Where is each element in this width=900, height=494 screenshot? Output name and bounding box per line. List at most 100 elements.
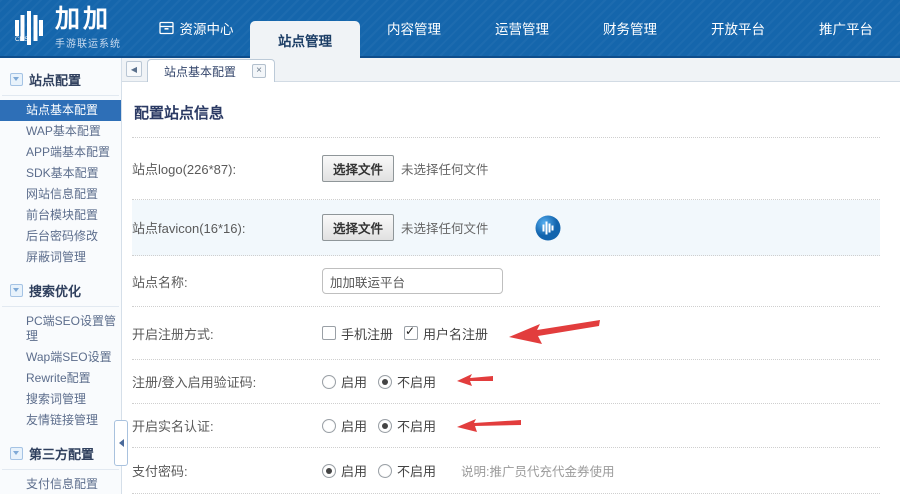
sidebar-item[interactable]: 友情链接管理 — [0, 410, 121, 431]
option-label: 用户名注册 — [423, 324, 488, 343]
option-label: 手机注册 — [341, 324, 393, 343]
logo: CMS 加加 手游联运系统 — [0, 0, 142, 56]
sidebar-item[interactable]: Wap端SEO设置 — [0, 347, 121, 368]
top-nav-label: 内容管理 — [387, 18, 441, 38]
sidebar-section-title: 站点配置 — [29, 70, 81, 89]
option-label: 启用 — [341, 372, 367, 391]
sidebar-item[interactable]: 后台密码修改 — [0, 226, 121, 247]
form-row: 站点logo(226*87):选择文件未选择任何文件 — [132, 137, 880, 200]
radio-icon[interactable] — [378, 375, 392, 389]
tab-site-basic-config[interactable]: 站点基本配置 × — [147, 59, 275, 82]
section-collapse-icon — [10, 447, 23, 460]
logo-title: 加加 — [55, 7, 121, 32]
top-nav-item-4[interactable]: 运营管理 — [468, 0, 576, 56]
favicon-preview — [535, 215, 561, 241]
top-nav-label: 资源中心 — [180, 18, 234, 38]
form-row: 注册/登入启用验证码:启用不启用 — [132, 360, 880, 404]
sidebar-item[interactable]: 支付信息配置 — [0, 474, 121, 494]
top-nav-label: 开放平台 — [711, 18, 765, 38]
top-nav-label: 站点管理 — [278, 30, 332, 50]
file-status-text: 未选择任何文件 — [401, 218, 489, 237]
logo-icon: CMS — [10, 8, 48, 48]
top-nav-label: 推广平台 — [819, 18, 873, 38]
top-nav-label: 运营管理 — [495, 18, 549, 38]
checkbox-icon[interactable] — [404, 326, 418, 340]
radio-option[interactable]: 启用 — [322, 416, 367, 435]
checkbox-icon[interactable] — [322, 326, 336, 340]
checkbox-option[interactable]: 用户名注册 — [404, 324, 488, 343]
radio-option[interactable]: 不启用 — [378, 372, 436, 391]
config-form: 站点logo(226*87):选择文件未选择任何文件站点favicon(16*1… — [132, 137, 880, 494]
field-controls: 启用 不启用 — [322, 372, 495, 391]
choose-file-button[interactable]: 选择文件 — [322, 155, 394, 182]
top-nav-item-3[interactable]: 内容管理 — [360, 0, 468, 56]
radio-option[interactable]: 启用 — [322, 461, 367, 480]
top-nav-item-2[interactable]: 站点管理 — [250, 21, 360, 58]
option-label: 不启用 — [397, 372, 436, 391]
form-row: 站点favicon(16*16):选择文件未选择任何文件 — [132, 200, 880, 256]
sidebar-item[interactable]: 站点基本配置 — [0, 100, 121, 121]
sidebar-item[interactable]: WAP基本配置 — [0, 121, 121, 142]
top-header: CMS 加加 手游联运系统 资源中心站点管理 内容管理 运营管理 财务管理 开放平台 推广… — [0, 0, 900, 58]
sidebar-section-items: 支付信息配置短信信息配置发送邮件配置Ucenter配置 — [0, 474, 121, 494]
field-label: 站点名称: — [132, 272, 322, 291]
archive-box-icon — [159, 21, 174, 35]
radio-icon[interactable] — [322, 419, 336, 433]
sidebar-section-header[interactable]: 搜索优化 — [2, 276, 119, 307]
sidebar-item[interactable]: 搜索词管理 — [0, 389, 121, 410]
sidebar-item[interactable]: SDK基本配置 — [0, 163, 121, 184]
top-nav-item-6[interactable]: 开放平台 — [684, 0, 792, 56]
collapse-arrow-icon — [119, 439, 124, 447]
page-body: 站点配置站点基本配置WAP基本配置APP端基本配置SDK基本配置网站信息配置前台… — [0, 58, 900, 494]
field-controls: 启用 不启用 说明:推广员代充代金券使用 — [322, 461, 615, 480]
form-row: 开启注册方式: 手机注册 用户名注册 — [132, 307, 880, 360]
sidebar-section-header[interactable]: 站点配置 — [2, 65, 119, 96]
option-label: 不启用 — [397, 416, 436, 435]
radio-option[interactable]: 不启用 — [378, 461, 436, 480]
field-label: 开启注册方式: — [132, 324, 322, 343]
radio-option[interactable]: 不启用 — [378, 416, 436, 435]
sidebar-section-header[interactable]: 第三方配置 — [2, 439, 119, 470]
field-controls: 启用 不启用 — [322, 416, 523, 435]
radio-icon[interactable] — [378, 419, 392, 433]
tab-scroll-back-icon[interactable]: ◀ — [126, 61, 142, 77]
annotation-arrow-icon — [507, 318, 602, 344]
close-icon[interactable]: × — [252, 64, 266, 78]
tab-strip: ◀ 站点基本配置 × — [122, 58, 900, 82]
text-input[interactable] — [322, 268, 503, 294]
field-controls: 手机注册 用户名注册 — [322, 320, 602, 346]
sidebar-item[interactable]: APP端基本配置 — [0, 142, 121, 163]
page-title: 配置站点信息 — [134, 102, 880, 123]
form-row: 站点名称: — [132, 256, 880, 307]
field-label: 开启实名认证: — [132, 416, 322, 435]
field-note: 说明:推广员代充代金券使用 — [461, 461, 614, 480]
radio-icon[interactable] — [322, 464, 336, 478]
option-label: 不启用 — [397, 461, 436, 480]
sidebar-item[interactable]: Rewrite配置 — [0, 368, 121, 389]
sidebar-section-items: PC端SEO设置管理Wap端SEO设置Rewrite配置搜索词管理友情链接管理 — [0, 311, 121, 431]
sidebar-item[interactable]: 屏蔽词管理 — [0, 247, 121, 268]
field-label: 站点logo(226*87): — [132, 159, 322, 178]
favicon-preview-icon — [535, 215, 561, 241]
sidebar-collapse-handle[interactable] — [114, 420, 128, 466]
radio-option[interactable]: 启用 — [322, 372, 367, 391]
sidebar-item[interactable]: PC端SEO设置管理 — [0, 311, 121, 347]
field-controls: 选择文件未选择任何文件 — [322, 214, 561, 241]
main-area: ◀ 站点基本配置 × 配置站点信息 站点logo(226*87):选择文件未选择… — [122, 58, 900, 494]
field-controls — [322, 268, 503, 294]
checkbox-option[interactable]: 手机注册 — [322, 324, 393, 343]
app-window: CMS 加加 手游联运系统 资源中心站点管理 内容管理 运营管理 财务管理 开放平台 推广… — [0, 0, 900, 494]
sidebar-section-title: 搜索优化 — [29, 281, 81, 300]
file-status-text: 未选择任何文件 — [401, 159, 489, 178]
sidebar-section-title: 第三方配置 — [29, 444, 94, 463]
top-nav-item-7[interactable]: 推广平台 — [792, 0, 900, 56]
radio-icon[interactable] — [322, 375, 336, 389]
sidebar-item[interactable]: 网站信息配置 — [0, 184, 121, 205]
radio-icon[interactable] — [378, 464, 392, 478]
top-nav-item-1[interactable]: 资源中心 — [142, 0, 250, 56]
annotation-arrow-icon — [455, 416, 523, 432]
top-nav-label: 财务管理 — [603, 18, 657, 38]
choose-file-button[interactable]: 选择文件 — [322, 214, 394, 241]
top-nav-item-5[interactable]: 财务管理 — [576, 0, 684, 56]
sidebar-item[interactable]: 前台模块配置 — [0, 205, 121, 226]
